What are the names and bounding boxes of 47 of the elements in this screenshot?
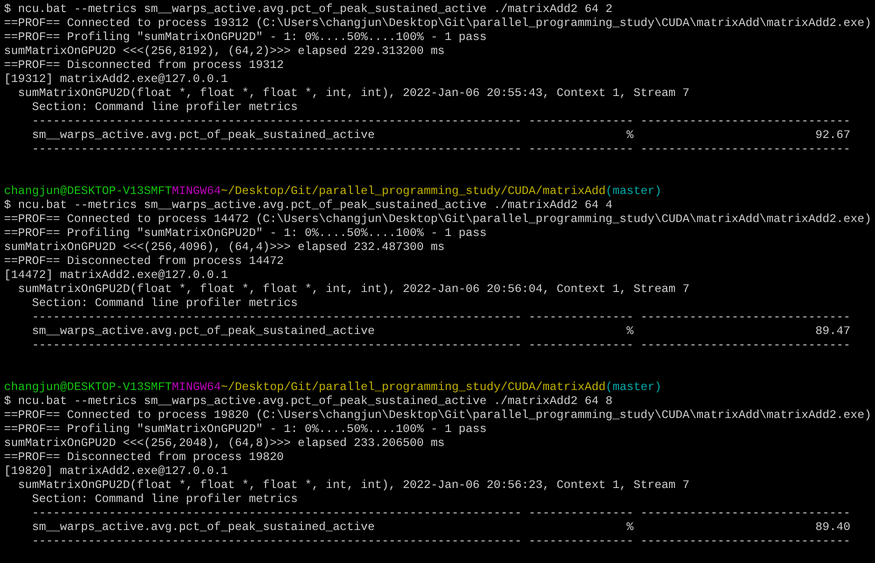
prompt-branch: (master) <box>606 380 662 394</box>
prompt-user-host: changjun@DESKTOP-V13SMFT <box>4 380 172 394</box>
output-line: [14472] matrixAdd2.exe@127.0.0.1 <box>4 268 228 282</box>
metric-value: 89.40 <box>815 520 850 534</box>
output-line: ==PROF== Disconnected from process 19820 <box>4 450 284 464</box>
dashed-separator: ---------------------------------------------------------------------- --------------- ------------------------------ <box>30 534 850 548</box>
output-line: sumMatrixOnGPU2D(float *, float *, float *, int, int), 2022-Jan-06 20:56:23, Context 1, Stream 7 <box>16 478 690 492</box>
output-line: ==PROF== Profiling "sumMatrixOnGPU2D" - 1: 0%....50%....100% - 1 pass <box>4 226 487 240</box>
output-line: ==PROF== Profiling "sumMatrixOnGPU2D" - 1: 0%....50%....100% - 1 pass <box>4 422 487 436</box>
prompt-branch: (master) <box>606 184 662 198</box>
output-line: sumMatrixOnGPU2D(float *, float *, float *, int, int), 2022-Jan-06 20:56:04, Context 1, Stream 7 <box>16 282 690 296</box>
dashed-separator: ---------------------------------------------------------------------- --------------- ------------------------------ <box>30 310 850 324</box>
output-line: ==PROF== Connected to process 19820 (C:\Users\changjun\Desktop\Git\parallel_programming_study\CUDA\matrixAdd\matrixAdd2.exe) <box>4 408 872 422</box>
output-line: ==PROF== Profiling "sumMatrixOnGPU2D" - 1: 0%....50%....100% - 1 pass <box>4 30 487 44</box>
metric-unit: % <box>626 520 634 534</box>
output-line: sumMatrixOnGPU2D <<<(256,8192), (64,2)>>> elapsed 229.313200 ms <box>4 44 445 58</box>
output-line: ==PROF== Connected to process 14472 (C:\Users\changjun\Desktop\Git\parallel_programming_study\CUDA\matrixAdd\matrixAdd2.exe) <box>4 212 872 226</box>
prompt-shell: MINGW64 <box>172 184 221 198</box>
metric-name: sm__warps_active.avg.pct_of_peak_sustained_active <box>32 324 375 338</box>
command-line: $ ncu.bat --metrics sm__warps_active.avg.pct_of_peak_sustained_active ./matrixAdd2 64 8 <box>4 394 613 408</box>
output-line: Section: Command line profiler metrics <box>30 492 298 506</box>
command-line: $ ncu.bat --metrics sm__warps_active.avg.pct_of_peak_sustained_active ./matrixAdd2 64 4 <box>4 198 613 212</box>
output-line: sumMatrixOnGPU2D <<<(256,4096), (64,4)>>> elapsed 232.487300 ms <box>4 240 445 254</box>
output-line: Section: Command line profiler metrics <box>30 100 298 114</box>
dashed-separator: ---------------------------------------------------------------------- --------------- ------------------------------ <box>30 114 850 128</box>
output-line: ==PROF== Disconnected from process 14472 <box>4 254 284 268</box>
metric-name: sm__warps_active.avg.pct_of_peak_sustained_active <box>32 128 375 142</box>
output-line: Section: Command line profiler metrics <box>30 296 298 310</box>
output-line: sumMatrixOnGPU2D <<<(256,2048), (64,8)>>> elapsed 233.206500 ms <box>4 436 445 450</box>
dashed-separator: ---------------------------------------------------------------------- --------------- ------------------------------ <box>30 338 850 352</box>
metric-value: 89.47 <box>815 324 850 338</box>
metric-name: sm__warps_active.avg.pct_of_peak_sustained_active <box>32 520 375 534</box>
metric-unit: % <box>626 324 634 338</box>
dashed-separator: ---------------------------------------------------------------------- --------------- ------------------------------ <box>30 506 850 520</box>
metric-value: 92.67 <box>815 128 850 142</box>
metric-unit: % <box>626 128 634 142</box>
output-line: ==PROF== Disconnected from process 19312 <box>4 58 284 72</box>
prompt-shell: MINGW64 <box>172 380 221 394</box>
command-line: $ ncu.bat --metrics sm__warps_active.avg.pct_of_peak_sustained_active ./matrixAdd2 64 2 <box>4 2 613 16</box>
prompt-user-host: changjun@DESKTOP-V13SMFT <box>4 184 172 198</box>
dashed-separator: ---------------------------------------------------------------------- --------------- ------------------------------ <box>30 142 850 156</box>
prompt-path: ~/Desktop/Git/parallel_programming_study/CUDA/matrixAdd <box>220 184 606 198</box>
output-line: sumMatrixOnGPU2D(float *, float *, float *, int, int), 2022-Jan-06 20:55:43, Context 1, Stream 7 <box>16 86 690 100</box>
output-line: ==PROF== Connected to process 19312 (C:\Users\changjun\Desktop\Git\parallel_programming_study\CUDA\matrixAdd\matrixAdd2.exe) <box>4 16 872 30</box>
output-line: [19820] matrixAdd2.exe@127.0.0.1 <box>4 464 228 478</box>
output-line: [19312] matrixAdd2.exe@127.0.0.1 <box>4 72 228 86</box>
prompt-path: ~/Desktop/Git/parallel_programming_study/CUDA/matrixAdd <box>220 380 606 394</box>
